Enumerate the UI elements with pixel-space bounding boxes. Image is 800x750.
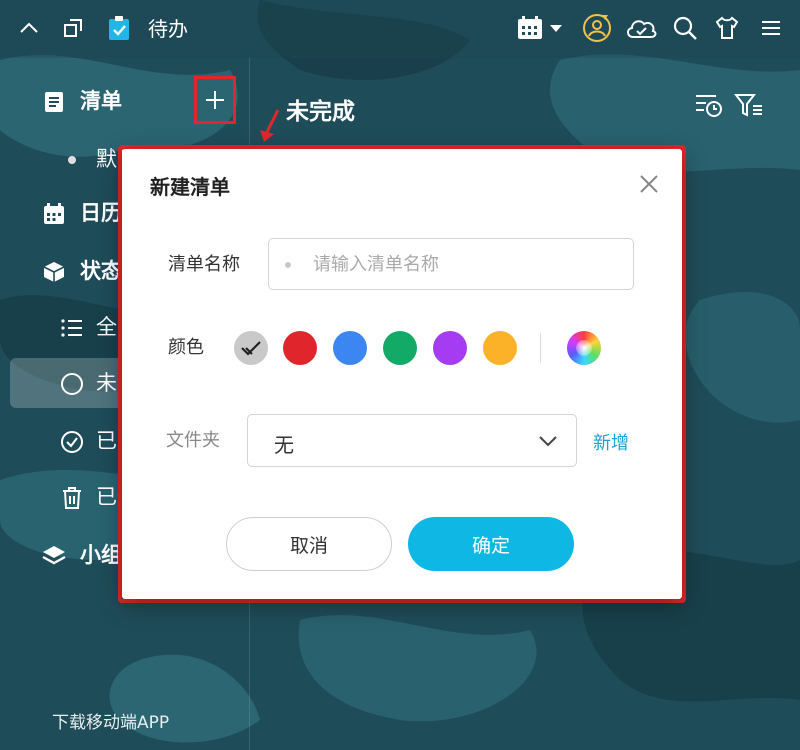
search-icon[interactable] — [670, 13, 700, 43]
folder-select-value: 无 — [274, 433, 294, 457]
sidebar-item-label: 小组 — [80, 543, 122, 567]
custom-color-picker-icon[interactable] — [567, 331, 601, 365]
add-folder-link[interactable]: 新增 — [593, 429, 629, 455]
folder-label: 文件夹 — [166, 430, 220, 451]
dialog-title: 新建清单 — [150, 175, 230, 199]
new-list-dialog: 新建清单 清单名称 颜色 文件夹 无 新增 取消 确定 — [122, 149, 682, 599]
divider — [540, 333, 541, 363]
cloud-sync-icon[interactable] — [624, 13, 658, 43]
list-name-input[interactable] — [313, 249, 613, 279]
check-icon — [241, 341, 261, 356]
calendar-dropdown-icon[interactable] — [516, 13, 564, 43]
pin-window-icon[interactable] — [58, 13, 88, 43]
color-swatch-green[interactable] — [383, 331, 417, 365]
annotation-arrow-icon — [260, 109, 280, 142]
color-swatch-purple[interactable] — [433, 331, 467, 365]
sidebar-item-label: 日历 — [80, 201, 122, 225]
chevron-down-icon — [536, 429, 560, 453]
sidebar-item-label: 清单 — [80, 89, 122, 113]
close-icon[interactable] — [634, 169, 664, 199]
cancel-button[interactable]: 取消 — [226, 517, 392, 571]
filter-icon[interactable] — [734, 90, 764, 120]
layers-icon — [42, 544, 66, 568]
download-app-link[interactable]: 下载移动端APP — [52, 708, 169, 733]
color-swatch-blue[interactable] — [333, 331, 367, 365]
collapse-chevron-up-icon[interactable] — [14, 13, 44, 43]
cube-icon — [42, 260, 66, 284]
dot-icon — [285, 262, 291, 268]
folder-select[interactable]: 无 — [247, 414, 577, 467]
skin-shirt-icon[interactable] — [712, 13, 742, 43]
bullet-list-icon — [60, 316, 84, 340]
color-label: 颜色 — [168, 337, 204, 358]
sidebar-item-label: 状态 — [80, 259, 122, 283]
todo-app-icon — [104, 13, 134, 43]
confirm-button[interactable]: 确定 — [408, 517, 574, 571]
color-swatch-grey[interactable] — [234, 331, 268, 365]
list-name-field[interactable] — [268, 238, 634, 290]
add-list-button[interactable] — [194, 76, 236, 124]
list-name-label: 清单名称 — [168, 254, 240, 275]
dot-icon — [60, 148, 84, 172]
plus-icon — [206, 91, 224, 109]
app-title: 待办 — [148, 17, 188, 41]
circle-icon — [60, 372, 84, 396]
trash-icon — [60, 486, 84, 510]
user-avatar-icon[interactable] — [582, 13, 612, 43]
sort-by-time-icon[interactable] — [694, 90, 724, 120]
color-swatch-red[interactable] — [283, 331, 317, 365]
check-circle-icon — [60, 430, 84, 454]
top-bar: 待办 — [0, 0, 800, 58]
calendar-icon — [42, 202, 66, 226]
list-doc-icon — [42, 90, 66, 114]
color-swatch-orange[interactable] — [483, 331, 517, 365]
page-title: 未完成 — [286, 99, 355, 125]
menu-icon[interactable] — [756, 13, 786, 43]
